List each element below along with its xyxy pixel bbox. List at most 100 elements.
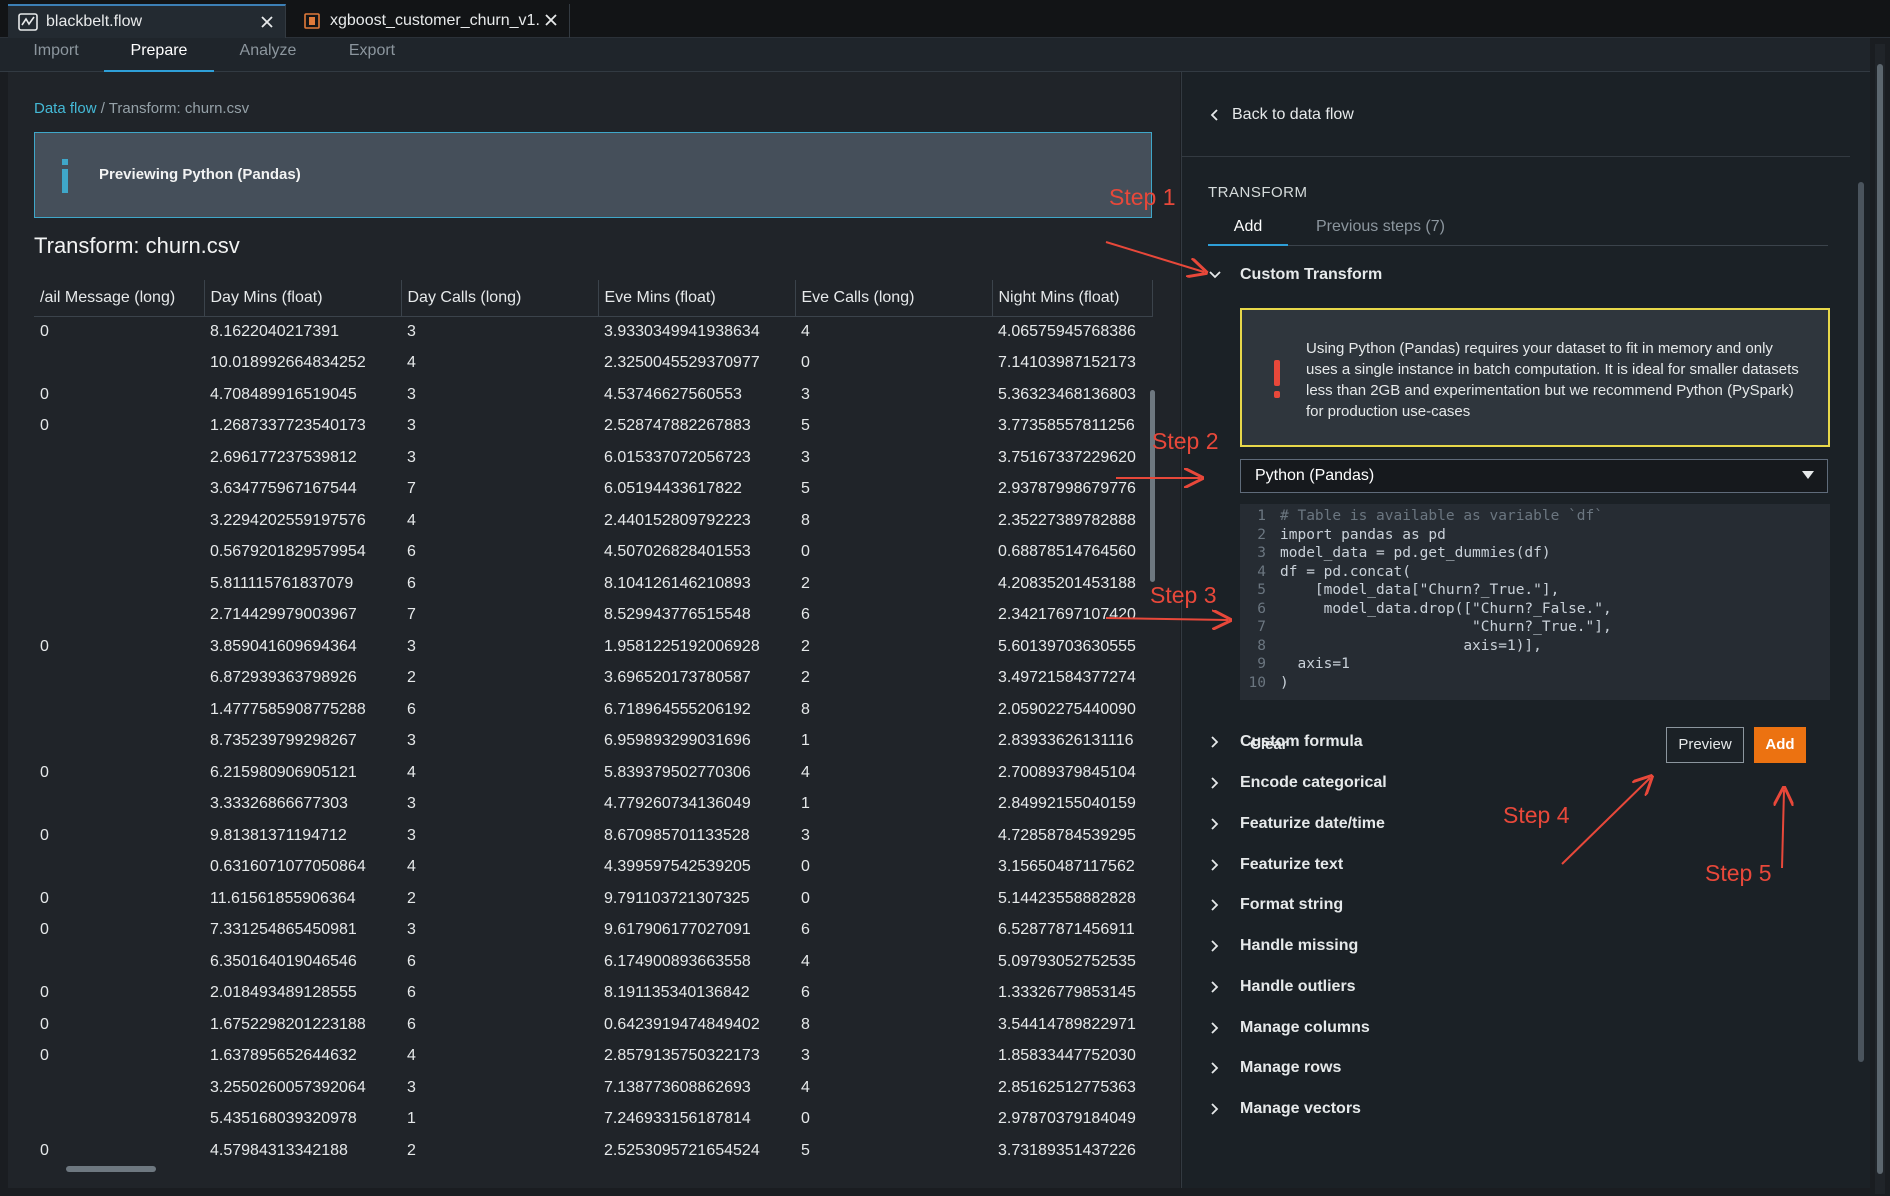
table-cell: [34, 537, 204, 569]
column-header[interactable]: Day Calls (long): [401, 280, 599, 317]
add-button[interactable]: Add: [1754, 727, 1806, 763]
section-manage-rows[interactable]: Manage rows: [1208, 1059, 1341, 1077]
tab-xgboost-notebook[interactable]: xgboost_customer_churn_v1.: [292, 4, 570, 38]
table-cell: 3.54414789822971: [998, 1015, 1136, 1033]
section-label: Handle outliers: [1240, 978, 1356, 995]
table-cell: 6: [407, 952, 416, 970]
table-cell: 11.61561855906364: [210, 889, 356, 907]
tab-blackbelt-flow[interactable]: blackbelt.flow: [8, 4, 286, 38]
column-header[interactable]: Day Mins (float): [204, 280, 402, 317]
table-cell: 1: [801, 795, 810, 813]
nav-export[interactable]: Export: [344, 38, 400, 72]
code-editor[interactable]: 1 # Table is available as variable `df` 2 i…: [1240, 504, 1830, 700]
section-label: Custom Transform: [1240, 266, 1383, 283]
section-handle-outliers[interactable]: Handle outliers: [1208, 978, 1356, 996]
table-cell: 0: [40, 826, 49, 844]
preview-button[interactable]: Preview: [1666, 727, 1744, 763]
section-label: Manage columns: [1240, 1019, 1370, 1036]
warning-text: Using Python (Pandas) requires your data…: [1306, 340, 1799, 420]
section-custom-formula[interactable]: Custom formula: [1208, 733, 1363, 751]
chevron-right-icon: [1211, 940, 1219, 952]
table-cell: 4.399597542539205: [604, 858, 751, 876]
table-cell: 3.15650487117562: [998, 858, 1135, 876]
main-nav: Import Prepare Analyze Export: [0, 38, 1870, 72]
column-header[interactable]: Eve Calls (long): [795, 280, 993, 317]
table-cell: 2.35227389782888: [998, 511, 1136, 529]
back-to-data-flow-link[interactable]: Back to data flow: [1208, 106, 1354, 124]
column-header[interactable]: /ail Message (long): [34, 280, 205, 317]
preview-pane: Data flow / Transform: churn.csv Preview…: [8, 72, 1180, 1188]
line-number: 5: [1257, 582, 1266, 598]
code-text: import pandas as pd: [1280, 526, 1446, 543]
section-manage-vectors[interactable]: Manage vectors: [1208, 1100, 1361, 1118]
column-header[interactable]: Night Mins (float): [992, 280, 1153, 317]
close-icon[interactable]: [543, 12, 559, 28]
table-vertical-scrollbar[interactable]: [1150, 390, 1155, 582]
table-row: 5.435168039320978 1 7.246933156187814 0 2.97…: [34, 1104, 1152, 1136]
scrollbar-thumb[interactable]: [1877, 64, 1883, 1174]
breadcrumb-data-flow-link[interactable]: Data flow: [34, 100, 97, 117]
table-cell: 4.20835201453188: [998, 574, 1136, 592]
code-line: 9 axis=1: [1240, 655, 1830, 674]
table-cell: 5.09793052752535: [998, 952, 1136, 970]
table-row: 0 3.859041609694364 3 1.9581225192006928 2 5.…: [34, 631, 1152, 663]
data-preview-table[interactable]: /ail Message (long) Day Mins (float) Day C…: [34, 280, 1160, 1170]
column-header[interactable]: Eve Mins (float): [598, 280, 796, 317]
table-cell: [34, 789, 204, 821]
nav-import[interactable]: Import: [28, 38, 84, 72]
table-cell: 3.2550260057392064: [210, 1078, 366, 1096]
table-cell: 5.435168039320978: [210, 1110, 357, 1128]
table-cell: 3.9330349941938634: [604, 323, 760, 340]
tab-add[interactable]: Add: [1208, 210, 1288, 246]
code-text: model_data = pd.get_dummies(df): [1280, 545, 1551, 561]
code-text: model_data.drop(["Churn?_False.",: [1280, 600, 1612, 617]
table-cell: 4: [407, 1047, 416, 1065]
code-line: 1 # Table is available as variable `df`: [1240, 507, 1830, 526]
table-cell: 6.215980906905121: [210, 763, 357, 781]
table-cell: [34, 694, 204, 726]
step3-label: Step 3: [1150, 582, 1217, 608]
table-row: 6.350164019046546 6 6.174900893663558 4 5.09…: [34, 946, 1152, 978]
table-cell: 1.85833447752030: [998, 1047, 1136, 1065]
table-horizontal-scrollbar[interactable]: [66, 1166, 156, 1172]
table-cell: 3.73189351437226: [998, 1141, 1136, 1159]
panel-scrollbar[interactable]: [1858, 182, 1864, 1062]
section-featurize-text[interactable]: Featurize text: [1208, 856, 1343, 874]
window-scrollbar[interactable]: [1875, 44, 1885, 1194]
table-cell: 2.97870379184049: [998, 1110, 1136, 1128]
info-text: Previewing Python (Pandas): [99, 166, 301, 183]
table-cell: 1.9581225192006928: [604, 637, 760, 655]
table-row: 0 11.61561855906364 2 9.791103721307325 0 5.1…: [34, 883, 1152, 915]
chevron-right-icon: [1211, 736, 1219, 748]
transform-tabs: Add Previous steps (7): [1208, 210, 1828, 246]
chevron-right-icon: [1211, 1022, 1219, 1034]
table-row: 10.018992664834252 4 2.3250045529370977 0 7.…: [34, 348, 1152, 380]
table-cell: 4.708489916519045: [210, 385, 357, 403]
table-cell: 1.2687337723540173: [210, 417, 366, 435]
tab-previous-steps[interactable]: Previous steps (7): [1316, 210, 1445, 246]
table-cell: 3: [801, 1047, 810, 1065]
nav-analyze[interactable]: Analyze: [236, 38, 300, 72]
table-cell: 8.104126146210893: [604, 574, 751, 592]
section-format-string[interactable]: Format string: [1208, 896, 1343, 914]
chevron-right-icon: [1211, 1103, 1219, 1115]
section-custom-transform[interactable]: Custom Transform: [1208, 266, 1382, 284]
section-manage-columns[interactable]: Manage columns: [1208, 1019, 1370, 1037]
nav-prepare[interactable]: Prepare: [104, 38, 214, 72]
info-icon: [62, 159, 68, 193]
caret-down-icon: [1802, 471, 1814, 479]
section-encode-categorical[interactable]: Encode categorical: [1208, 774, 1387, 792]
transform-language-select[interactable]: Python (Pandas): [1240, 459, 1828, 493]
table-cell: 0: [801, 543, 810, 561]
table-cell: 4.57984313342188: [210, 1141, 348, 1159]
table-cell: 2.528747882267883: [604, 417, 751, 435]
table-cell: 7.138773608862693: [604, 1078, 751, 1096]
page-title: Transform: churn.csv: [34, 233, 240, 258]
table-cell: 5.14423558882828: [998, 889, 1136, 907]
close-icon[interactable]: [259, 14, 275, 30]
breadcrumb-separator: /: [96, 100, 109, 117]
section-featurize-date-time[interactable]: Featurize date/time: [1208, 815, 1385, 833]
table-cell: 3: [407, 921, 416, 939]
section-handle-missing[interactable]: Handle missing: [1208, 937, 1358, 955]
table-cell: 0: [801, 354, 810, 372]
